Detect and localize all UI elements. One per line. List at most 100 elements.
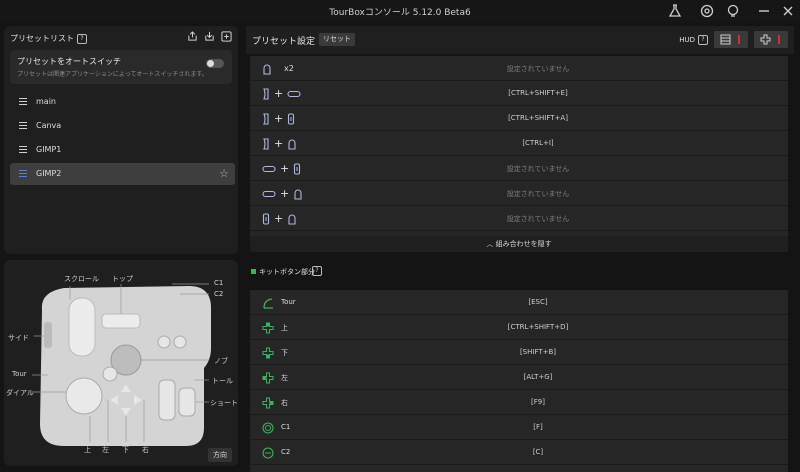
- device-label-top: トップ: [112, 275, 133, 283]
- device-label-left: 左: [102, 446, 109, 454]
- short-button-icon: [262, 190, 276, 197]
- preset-item-gimp2[interactable]: GIMP2 ☆: [10, 163, 235, 185]
- combo-value: 設定されていません: [506, 190, 570, 198]
- kit-row-down[interactable]: 下 [SHIFT+B]: [250, 340, 788, 365]
- c2-button-icon: [262, 447, 274, 459]
- reset-button[interactable]: リセット: [319, 33, 355, 46]
- combo-value: [CTRL+SHIFT+A]: [508, 114, 568, 122]
- kit-row-up[interactable]: 上 [CTRL+SHIFT+D]: [250, 315, 788, 340]
- preset-list-header: プリセットリスト?: [10, 33, 87, 44]
- hide-combinations-button[interactable]: ︿ 組み合わせを隠す: [250, 236, 788, 252]
- combo-value: [CTRL+SHIFT+E]: [508, 89, 568, 97]
- dpad-icon: [760, 34, 771, 45]
- device-label-side: サイド: [8, 334, 29, 342]
- top-button-icon: [263, 64, 271, 75]
- preset-item-canva[interactable]: Canva: [10, 115, 235, 137]
- device-label-tall: トール: [212, 377, 233, 385]
- side-button-icon: [263, 137, 269, 150]
- device-label-tour: Tour: [12, 370, 27, 378]
- combo-row[interactable]: + 設定されていません: [250, 156, 788, 181]
- preset-settings-bar: プリセット設定 リセット HUD?: [246, 26, 794, 54]
- combo-row[interactable]: + 設定されていません: [250, 181, 788, 206]
- autoswitch-description: プリセットは関連アプリケーションによってオートスイッチされます。: [17, 71, 208, 78]
- list-icon: [720, 34, 731, 45]
- dpad-down-icon: [262, 347, 274, 359]
- combo-row[interactable]: + [CTRL+SHIFT+E]: [250, 81, 788, 106]
- dpad-right-icon: [262, 397, 274, 409]
- hud-dpad-button[interactable]: [754, 31, 788, 48]
- device-label-scroll: スクロール: [64, 275, 99, 283]
- top-button-icon: [288, 139, 296, 150]
- close-icon[interactable]: [780, 3, 796, 19]
- star-icon[interactable]: ☆: [219, 167, 229, 180]
- import-icon[interactable]: [204, 31, 215, 42]
- hud-label: HUD?: [679, 35, 708, 45]
- add-preset-icon[interactable]: [221, 31, 232, 42]
- menu-icon: [19, 122, 27, 129]
- combo-value: 設定されていません: [506, 215, 570, 223]
- kit-row-c2[interactable]: C2 [C]: [250, 440, 788, 465]
- combo-row[interactable]: x2 設定されていません: [250, 56, 788, 81]
- short-button-icon: [262, 165, 276, 172]
- title-bar: TourBoxコンソール 5.12.0 Beta6: [0, 0, 800, 22]
- autoswitch-title: プリセットをオートスイッチ: [17, 57, 121, 66]
- device-label-right: 右: [142, 446, 149, 454]
- combo-row[interactable]: + [CTRL+SHIFT+A]: [250, 106, 788, 131]
- help-icon[interactable]: ?: [698, 35, 708, 45]
- device-label-c1: C1: [214, 279, 224, 287]
- lightbulb-icon[interactable]: [725, 3, 741, 19]
- preset-settings-title: プリセット設定: [252, 37, 316, 47]
- dpad-left-icon: [262, 372, 274, 384]
- device-label-c2: C2: [214, 290, 224, 298]
- kit-button-list: Tour [ESC] 上 [CTRL+SHIFT+D] 下 [SHIFT+B] …: [250, 290, 788, 472]
- preset-list-title: プリセットリスト: [10, 34, 74, 43]
- menu-icon: [19, 146, 27, 153]
- kit-section-title: キットボタン部分: [259, 268, 315, 276]
- tall-button-icon: [262, 212, 270, 225]
- kit-indicator: [251, 269, 256, 274]
- direction-button[interactable]: 方向: [208, 448, 232, 462]
- autoswitch-card: プリセットをオートスイッチ プリセットは関連アプリケーションによってオートスイッ…: [10, 50, 232, 84]
- kit-row-right[interactable]: 右 [F9]: [250, 390, 788, 415]
- combo-row[interactable]: + 設定されていません: [250, 206, 788, 231]
- combo-row[interactable]: + [CTRL+I]: [250, 131, 788, 156]
- preset-item-main[interactable]: main: [10, 91, 235, 113]
- device-panel: スクロール トップ C1 C2 サイド ノブ Tour トール ダイアル ショー…: [4, 260, 238, 466]
- side-button-icon: [263, 87, 269, 100]
- kit-row-tour[interactable]: Tour [ESC]: [250, 290, 788, 315]
- minimize-icon[interactable]: [756, 3, 772, 19]
- gear-icon[interactable]: [699, 3, 715, 19]
- c1-button-icon: [262, 422, 274, 434]
- help-icon[interactable]: ?: [312, 266, 322, 276]
- chevron-up-icon: ︿: [486, 240, 496, 248]
- menu-icon: [19, 98, 27, 105]
- preset-list-panel: プリセットリスト? プリセットをオートスイッチ プリセットは関連アプリケーション…: [4, 26, 238, 254]
- kit-row-left[interactable]: 左 [ALT+G]: [250, 365, 788, 390]
- device-label-knob: ノブ: [214, 357, 228, 365]
- combo-value: 設定されていません: [506, 165, 570, 173]
- top-button-icon: [294, 189, 302, 200]
- tour-button-icon: [263, 298, 273, 309]
- combo-value: [CTRL+I]: [522, 139, 554, 147]
- device-label-down: 下: [122, 446, 129, 454]
- device-label-dial: ダイアル: [6, 389, 34, 397]
- kit-row-c1[interactable]: C1 [F]: [250, 415, 788, 440]
- autoswitch-toggle[interactable]: [206, 59, 224, 68]
- device-label-up: 上: [84, 446, 91, 454]
- combination-list: x2 設定されていません + [CTRL+SHIFT+E] + [CTRL+SH…: [250, 56, 788, 252]
- help-icon[interactable]: ?: [77, 33, 87, 44]
- tourbox-device-illustration: [32, 283, 211, 446]
- preset-item-gimp1[interactable]: GIMP1: [10, 139, 235, 161]
- side-button-icon: [263, 112, 269, 125]
- device-label-short: ショート: [210, 399, 238, 407]
- short-button-icon: [287, 90, 301, 97]
- flask-icon[interactable]: [667, 3, 683, 19]
- tall-button-icon: [294, 162, 301, 175]
- hud-list-button[interactable]: [714, 31, 748, 48]
- menu-icon: [19, 170, 27, 177]
- export-icon[interactable]: [187, 31, 198, 42]
- top-button-icon: [288, 214, 296, 225]
- combo-value: 設定されていません: [506, 65, 570, 73]
- dpad-up-icon: [262, 322, 274, 334]
- tall-button-icon: [288, 112, 295, 125]
